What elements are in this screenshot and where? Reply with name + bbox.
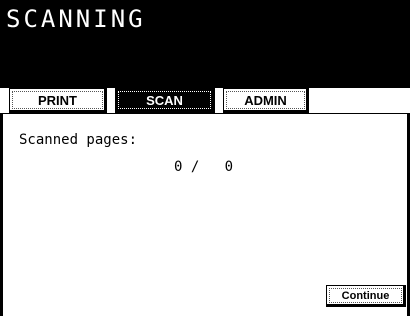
tab-print-shadow-bottom [10, 110, 106, 112]
tab-scan[interactable]: SCAN [115, 88, 215, 113]
tab-print[interactable]: PRINT [9, 88, 107, 113]
left-border [0, 113, 3, 316]
tab-print-shadow-right [104, 89, 106, 112]
page-title: SCANNING [6, 5, 146, 33]
tab-admin-shadow-right [306, 89, 308, 112]
tab-admin-label: ADMIN [226, 91, 305, 109]
tab-admin[interactable]: ADMIN [223, 88, 309, 113]
scanned-pages-label: Scanned pages: [19, 132, 138, 148]
continue-shadow-bottom [327, 304, 405, 306]
count-separator: / [190, 159, 200, 175]
scanned-pages-counter: 0 / 0 [174, 159, 233, 175]
tab-underline [0, 113, 410, 114]
continue-button-label: Continue [329, 288, 402, 303]
tab-print-label: PRINT [12, 91, 103, 109]
scanned-count: 0 [174, 159, 183, 175]
tab-scan-label: SCAN [118, 91, 211, 109]
total-count: 0 [224, 159, 234, 175]
header-bar: SCANNING [0, 0, 410, 88]
continue-shadow-right [403, 286, 405, 306]
tab-admin-shadow-bottom [224, 110, 308, 112]
continue-button[interactable]: Continue [326, 285, 406, 307]
scanning-screen: SCANNING PRINT SCAN ADMIN Scanned pages:… [0, 0, 410, 316]
